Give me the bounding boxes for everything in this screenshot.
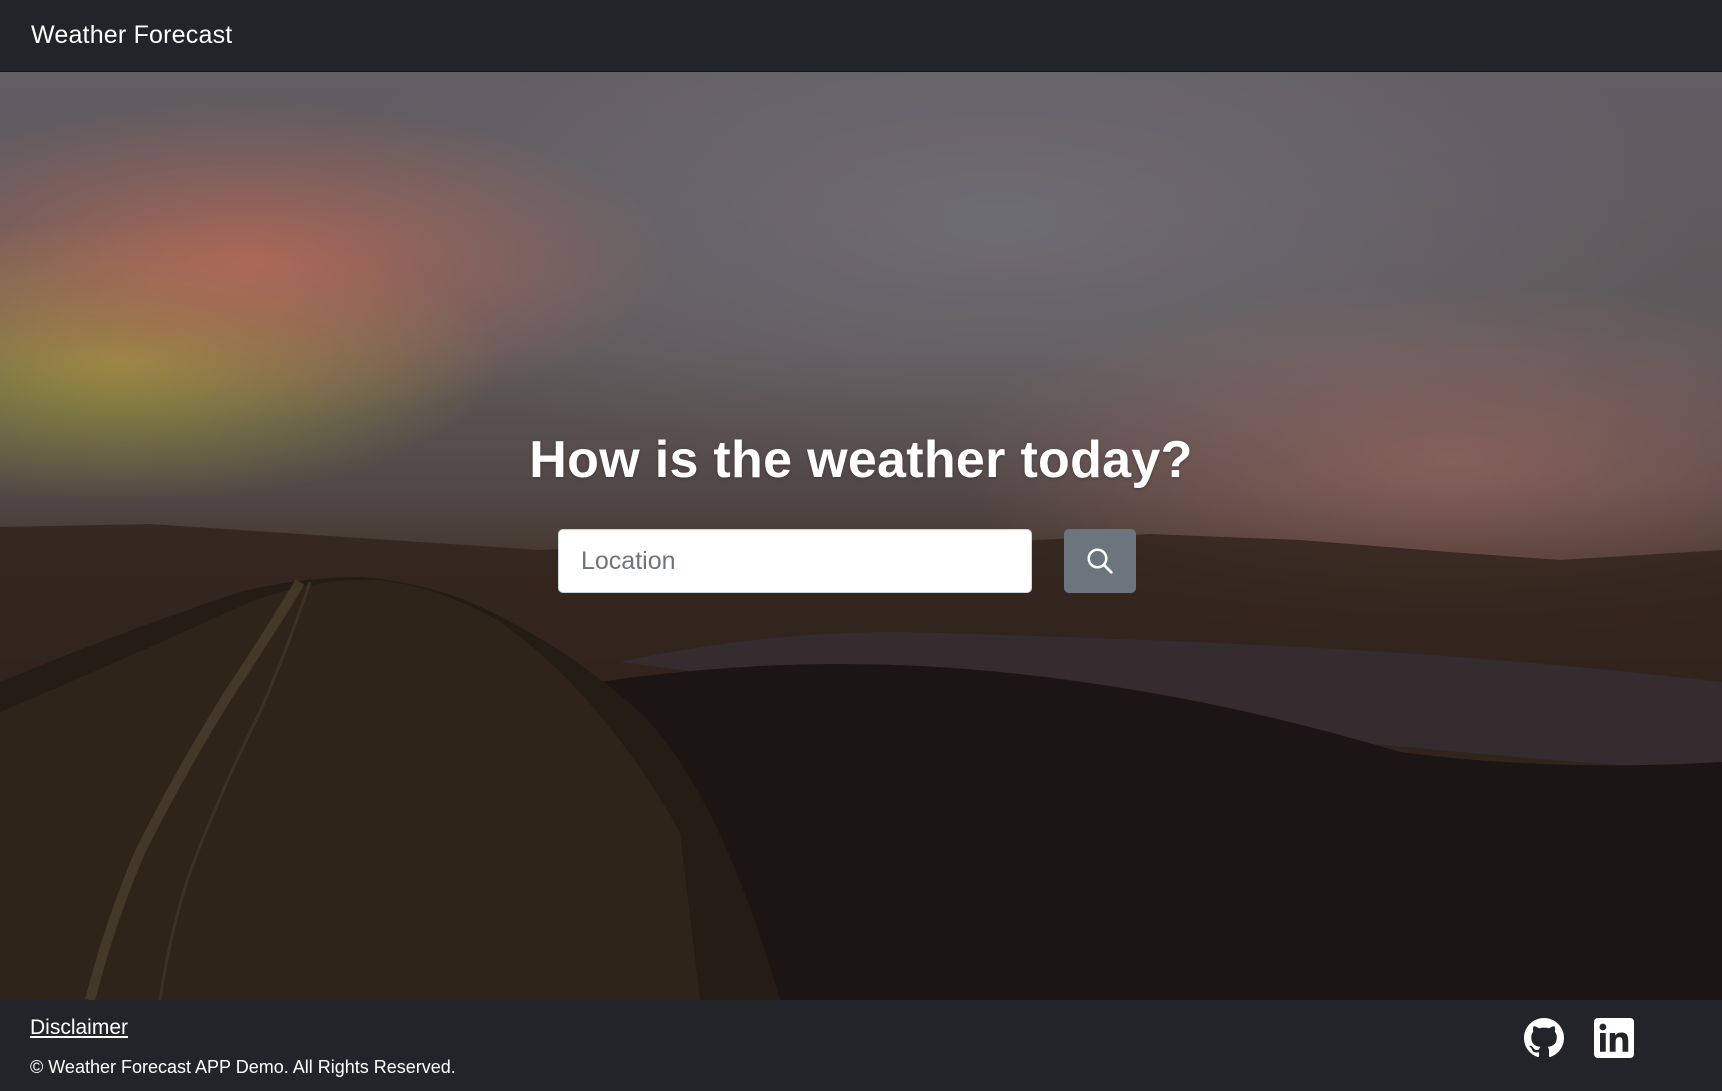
disclaimer-link[interactable]: Disclaimer [30, 1016, 128, 1040]
footer: Disclaimer © Weather Forecast APP Demo. … [0, 1000, 1722, 1091]
navbar-brand[interactable]: Weather Forecast [31, 21, 232, 50]
search-button[interactable] [1064, 529, 1136, 593]
navbar: Weather Forecast [0, 0, 1722, 72]
hero-title: How is the weather today? [529, 431, 1193, 489]
hero-section: How is the weather today? [0, 72, 1722, 1000]
linkedin-icon [1594, 1018, 1634, 1058]
github-link[interactable] [1524, 1018, 1564, 1058]
linkedin-link[interactable] [1594, 1018, 1634, 1058]
github-icon [1524, 1018, 1564, 1058]
location-search-input[interactable] [558, 529, 1032, 593]
search-icon [1087, 548, 1113, 574]
copyright-text: © Weather Forecast APP Demo. All Rights … [30, 1057, 456, 1077]
